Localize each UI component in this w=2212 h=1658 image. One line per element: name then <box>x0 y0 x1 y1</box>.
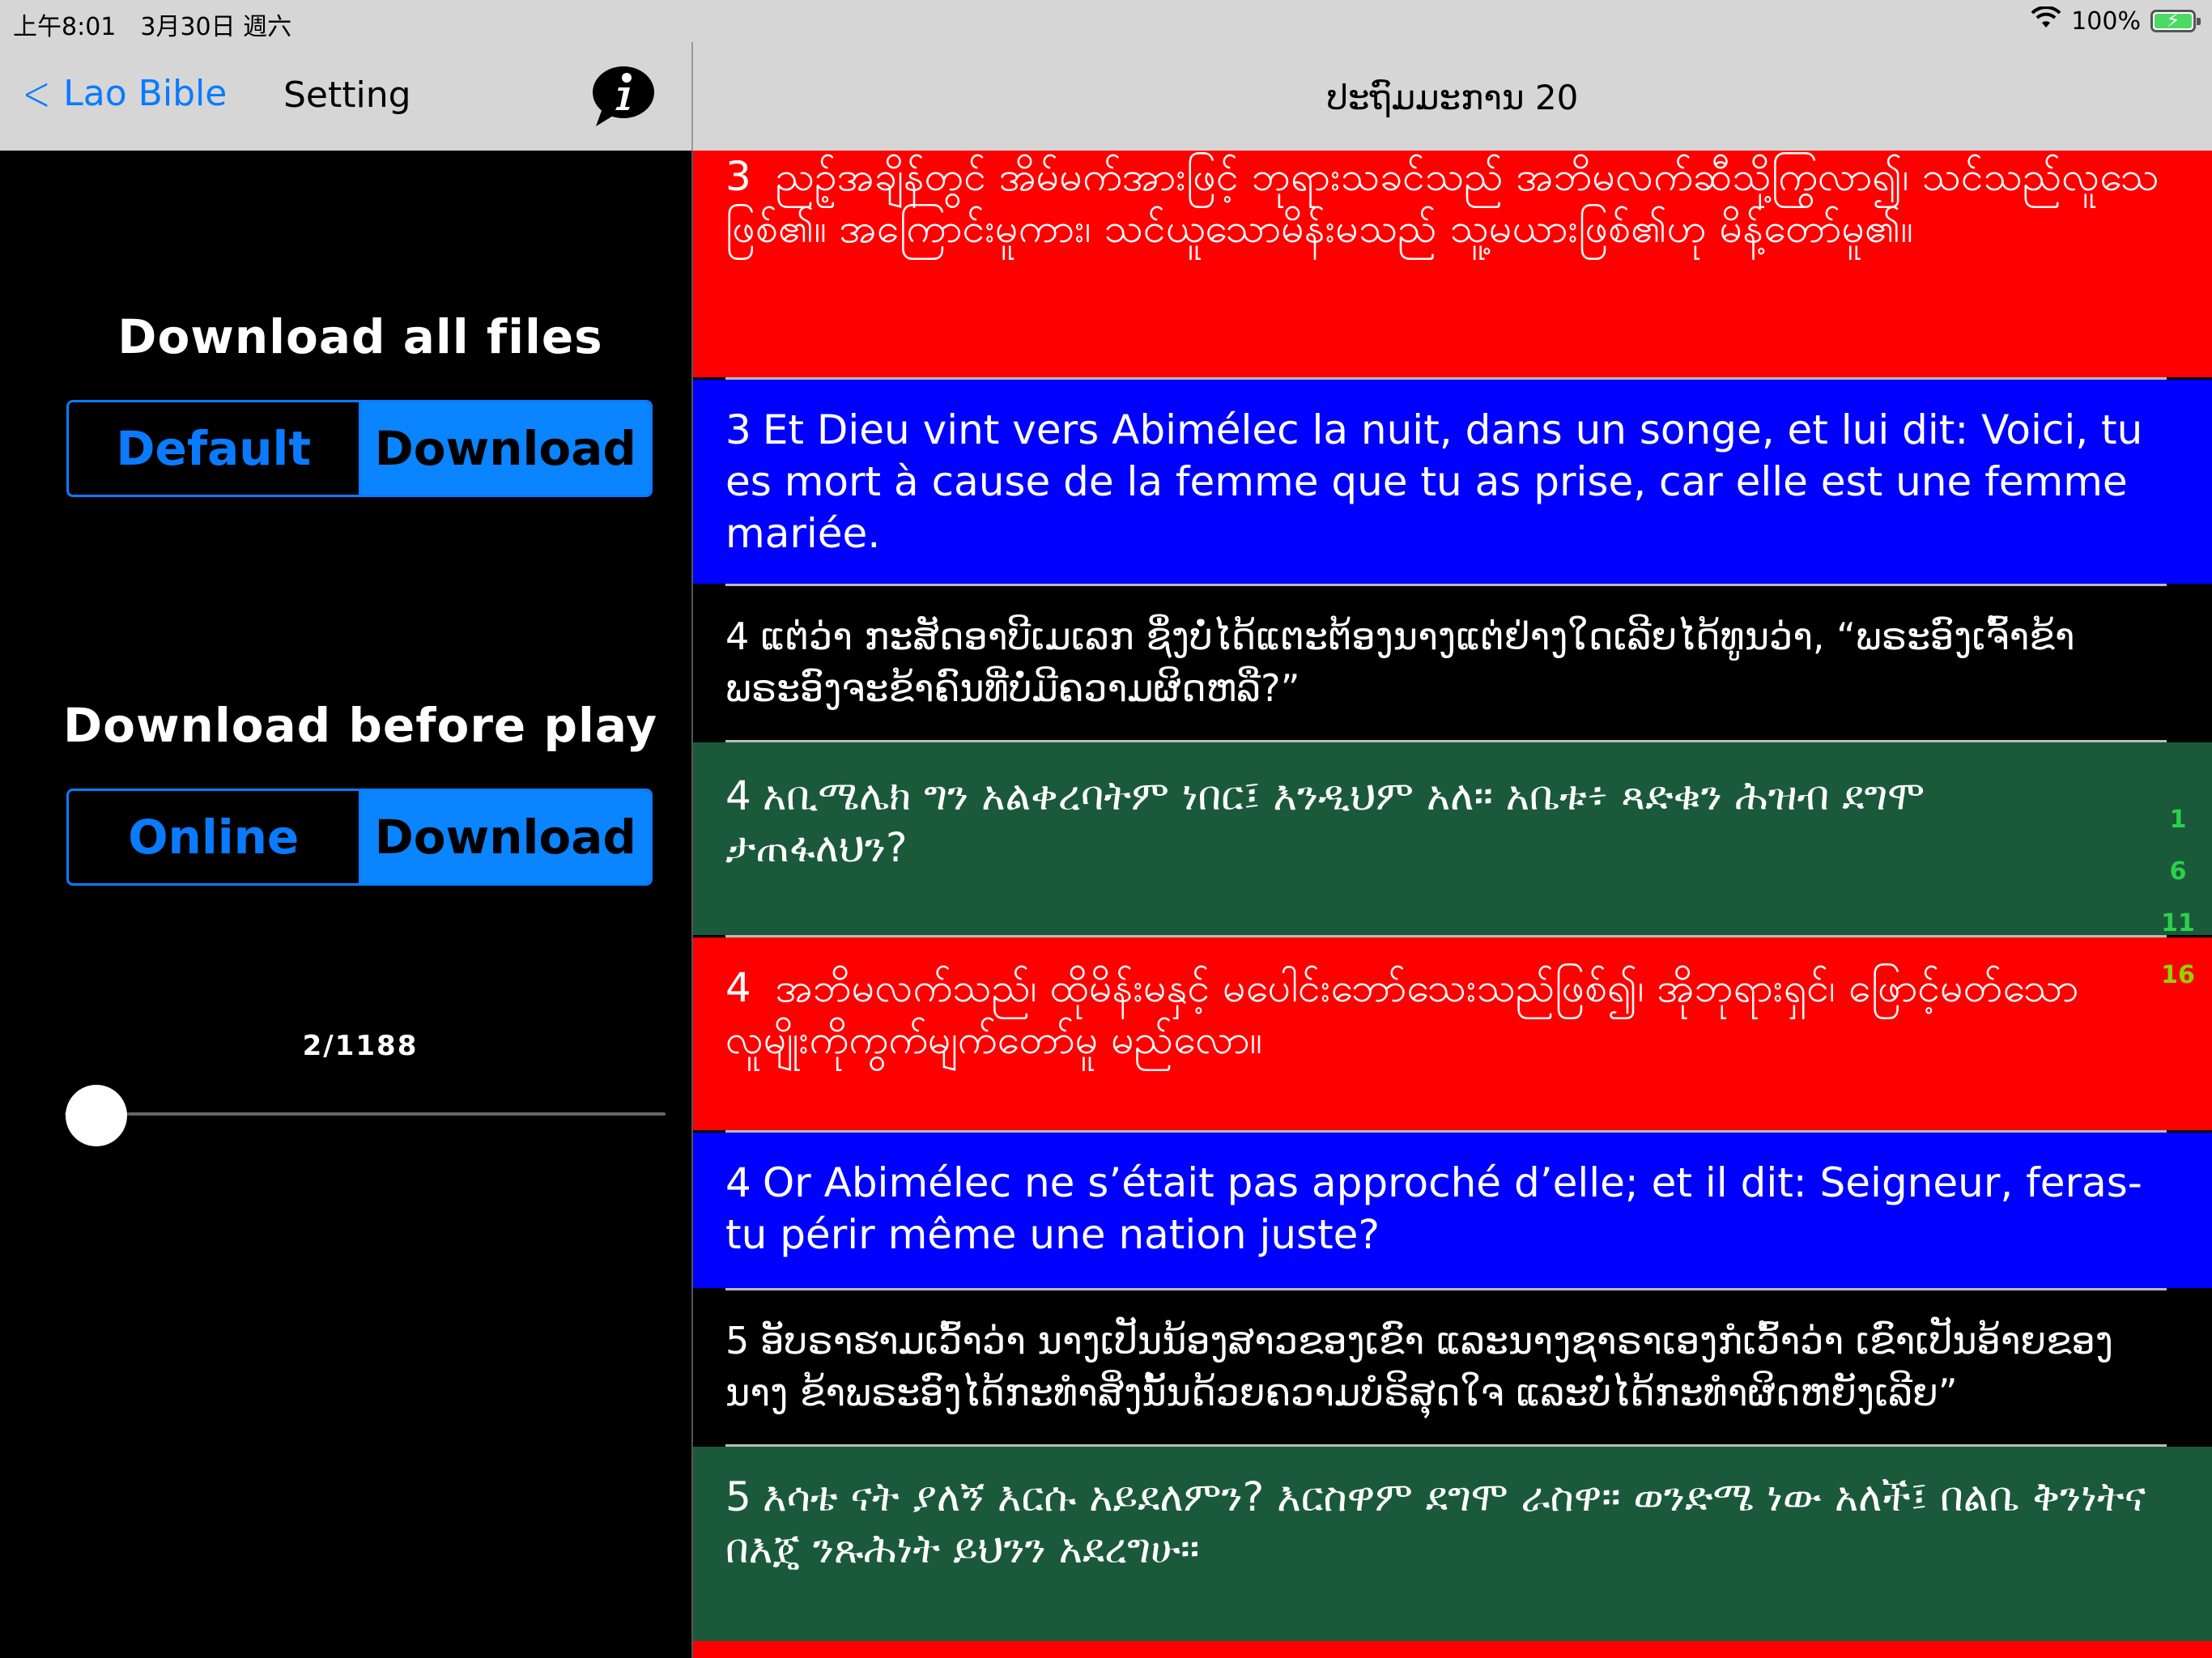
verse-row: 4 အဘိမလက်သည်၊ ထိုမိန်းမနှင့် မပေါင်းဘော်… <box>693 937 2212 1130</box>
verse-text: አቢሜሌክ ግን አልቀረባትም ነበር፤ እንዲህም አለ። አቤቱ፥ ጻድቁ… <box>725 772 1925 871</box>
verse-number: 4 <box>725 964 751 1011</box>
settings-title: Setting <box>283 74 411 116</box>
download-all-title: Download all files <box>117 309 603 364</box>
wifi-icon <box>2031 5 2061 36</box>
download-option[interactable]: Download <box>358 402 650 495</box>
default-option[interactable]: Default <box>69 402 359 495</box>
slider-thumb[interactable] <box>66 1085 128 1146</box>
download-before-play-title: Download before play <box>62 698 658 753</box>
status-time: 上午8:01 3月30日 週六 <box>13 13 292 41</box>
download-before-play-segmented: Online Download <box>66 789 653 886</box>
verse-row: 4 Or Abimélec ne s’était pas approché d’e… <box>693 1133 2212 1288</box>
back-button-label: Lao Bible <box>63 73 228 114</box>
verse-row: 4 ແຕ່ວ່າ ກະສັດອາບີເມເລກ ຊຶ່ງບໍ່ໄດ້ແຕະຕ້ອງ… <box>693 586 2212 740</box>
battery-icon: ⚡ <box>2150 9 2201 32</box>
verse-text: Or Abimélec ne s’était pas approché d’el… <box>725 1159 2142 1258</box>
info-icon[interactable] <box>589 65 657 128</box>
settings-navbar: < Lao Bible Setting <box>0 42 691 151</box>
verse-text: ອັບຣາຮາມເວົ້າວ່າ ນາງເປັນນ້ອງສາວຂອງເຂົາ ແ… <box>725 1319 2113 1414</box>
verse-number: 4 <box>725 772 751 819</box>
chevron-left-icon: < <box>22 65 51 122</box>
verse-list: 3 ညဥ့်အချိန်တွင် အိမ်မက်အားဖြင့် ဘုရားသခ… <box>691 151 2212 1658</box>
verse-row <box>693 1641 2212 1658</box>
verse-row: 3 ညဥ့်အချိန်တွင် အိမ်မက်အားဖြင့် ဘုရားသခ… <box>693 151 2212 377</box>
index-item[interactable]: 1 <box>2146 806 2210 834</box>
slider-track <box>65 1112 666 1116</box>
verse-number: 4 <box>725 614 750 658</box>
verse-number: 4 <box>725 1159 751 1206</box>
verse-number: 5 <box>725 1319 750 1363</box>
chapter-title: ປະຖົມມະການ 20 <box>1326 78 1579 117</box>
verse-number: 5 <box>725 1473 751 1520</box>
back-button[interactable]: < Lao Bible <box>16 65 228 122</box>
index-item[interactable]: 6 <box>2146 857 2210 886</box>
online-option[interactable]: Online <box>69 791 359 883</box>
settings-panel: Download all files Default Download Down… <box>0 151 691 1658</box>
download-progress-label: 2/1188 <box>302 1030 419 1062</box>
status-bar: 上午8:01 3月30日 週六 100% ⚡ <box>0 0 2212 42</box>
verse-row: 4 አቢሜሌክ ግን አልቀረባትም ነበር፤ እንዲህም አለ። አቤቱ፥ ጻድ… <box>693 742 2212 935</box>
index-item[interactable]: 11 <box>2146 909 2210 937</box>
verse-text: ညဥ့်အချိန်တွင် အိမ်မက်အားဖြင့် ဘုရားသခင်… <box>725 153 2159 252</box>
status-right: 100% ⚡ <box>2031 5 2201 36</box>
verse-row: 5 ອັບຣາຮາມເວົ້າວ່າ ນາງເປັນນ້ອງສາວຂອງເຂົາ … <box>693 1290 2212 1444</box>
verse-row: 5 እሳቴ ናት ያለኝ እርሱ አይደለምን? እርስዋም ደግሞ ራስዋ። ወ… <box>693 1447 2212 1641</box>
index-item[interactable]: 16 <box>2146 961 2210 989</box>
verse-text: Et Dieu vint vers Abimélec la nuit, dans… <box>725 406 2143 557</box>
download-progress-slider[interactable] <box>65 1082 666 1146</box>
verse-row: 3 Et Dieu vint vers Abimélec la nuit, dan… <box>693 380 2212 584</box>
verse-text: ແຕ່ວ່າ ກະສັດອາບີເມເລກ ຊຶ່ງບໍ່ໄດ້ແຕະຕ້ອງນ… <box>725 614 2075 710</box>
verse-text: အဘိမလက်သည်၊ ထိုမိန်းမနှင့် မပေါင်းဘော်သေ… <box>725 964 2079 1063</box>
download-play-option[interactable]: Download <box>358 791 650 883</box>
verse-number: 3 <box>725 153 751 200</box>
verse-number: 3 <box>725 406 751 453</box>
download-all-segmented: Default Download <box>66 400 653 497</box>
verse-text: እሳቴ ናት ያለኝ እርሱ አይደለምን? እርስዋም ደግሞ ራስዋ። ወን… <box>725 1473 2146 1572</box>
battery-percent: 100% <box>2071 6 2141 36</box>
